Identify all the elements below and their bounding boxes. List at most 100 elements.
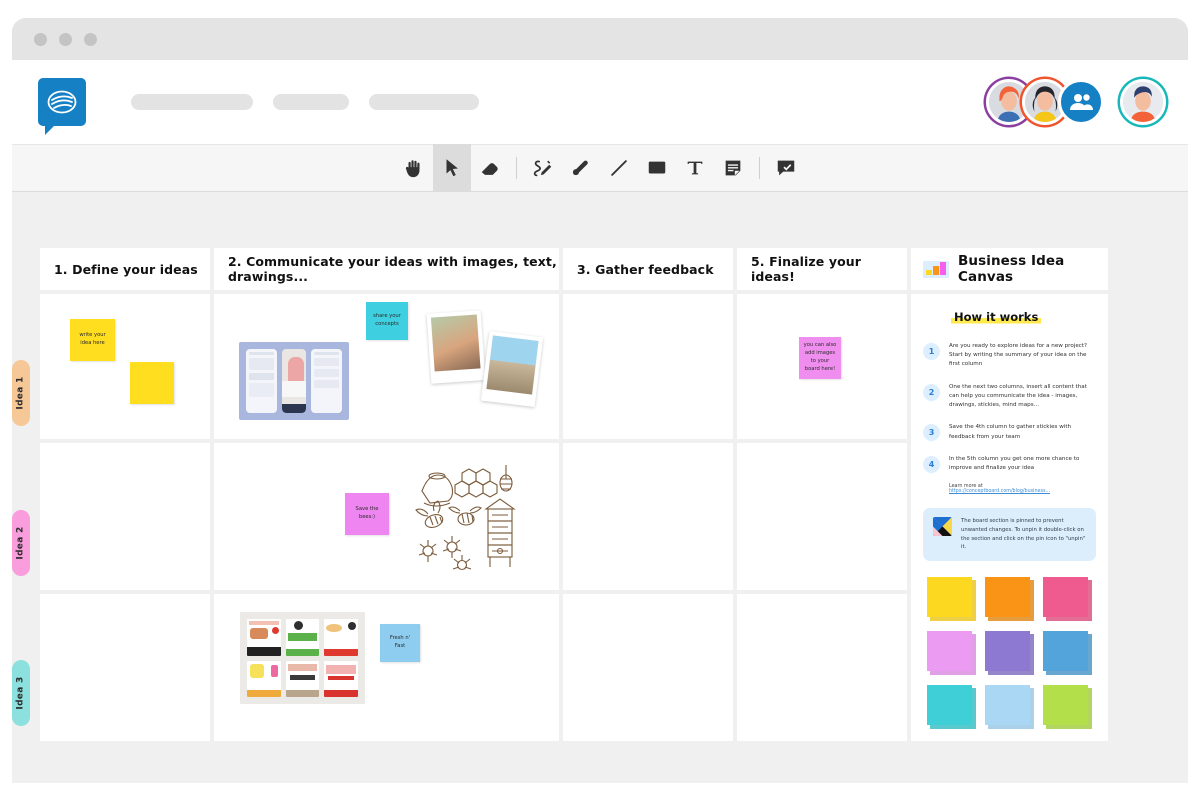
avatar-current-user[interactable] [1120,79,1166,125]
column-header-4-text: 5. Finalize your ideas! [751,254,862,284]
board-row-idea-3: Fresh n' Fast [40,594,907,741]
note-icon [725,160,741,176]
swatch-lightblue[interactable] [985,685,1034,730]
column-header-5-text: Business Idea Canvas [958,253,1065,285]
step-4-number: 4 [923,455,940,473]
column-header-2-text: 2. Communicate your ideas with images, t… [228,254,557,284]
column-header-4[interactable]: 5. Finalize your ideas! [737,248,907,290]
pinned-section-icon [933,517,952,537]
add-people-button[interactable] [1058,79,1104,125]
swatch-yellow[interactable] [927,577,976,622]
pen-tool[interactable] [524,149,562,187]
image-polaroids[interactable] [426,310,559,408]
cell-r2c4[interactable] [737,443,907,590]
select-tool[interactable] [433,144,471,192]
step-1-number: 1 [923,343,940,360]
column-header-1[interactable]: 1. Define your ideas [40,248,210,290]
pinned-section-glyph [933,517,952,537]
cell-r1c1[interactable]: write your idea here [40,294,210,439]
step-2-text: One the next two columns, insert all con… [949,383,1087,409]
cell-r1c4[interactable]: you can also add images to your board he… [737,294,907,439]
row-label-idea-3-text: Idea 3 [16,676,27,710]
panel-step-2: 2 One the next two columns, insert all c… [923,383,1096,411]
board-header-row: 1. Define your ideas 2. Communicate your… [40,248,1160,290]
cell-r1c3[interactable] [563,294,733,439]
canvas-bars-icon [923,260,949,278]
window-dot-close[interactable] [34,32,47,46]
hand-icon [405,160,420,178]
nav-pill-1[interactable] [131,94,253,110]
text-icon [687,161,703,175]
cell-r2c2[interactable]: Save the bees:) [214,443,559,590]
column-header-3[interactable]: 3. Gather feedback [563,248,733,290]
app-header [12,60,1188,144]
cell-r3c3[interactable] [563,594,733,741]
row-label-idea-1[interactable]: Idea 1 [12,360,30,426]
row-label-idea-3[interactable]: Idea 3 [12,660,30,726]
cell-r1c2[interactable]: share your concepts [214,294,559,439]
toolbar-divider-2 [759,157,760,179]
sticky-share-text: share your concepts [373,313,401,327]
image-bees[interactable] [404,459,519,574]
shapes-tool[interactable] [638,149,676,187]
logo-glyph [47,90,77,114]
cell-r2c3[interactable] [563,443,733,590]
panel-step-3: 3 Save the 4th column to gather stickies… [923,423,1096,442]
swatch-violet[interactable] [927,631,976,676]
sticky-note-tool[interactable] [714,149,752,187]
sticky-share[interactable]: share your concepts [366,302,408,340]
sticky-blank-yellow[interactable] [130,362,174,404]
sticky-write-idea[interactable]: write your idea here [70,319,115,361]
image-food-posters[interactable] [240,612,365,704]
swatch-green[interactable] [1043,685,1092,730]
hand-tool[interactable] [395,149,433,187]
highlighter-tool[interactable] [562,149,600,187]
nav-pill-3[interactable] [369,94,479,110]
comment-tool[interactable] [767,149,805,187]
pen-icon [533,160,552,177]
swatch-blue[interactable] [1043,631,1092,676]
column-header-5[interactable]: Business Idea Canvas [911,248,1108,290]
cell-r2c1[interactable] [40,443,210,590]
board-grid: write your idea here share your concepts… [40,294,907,741]
learn-more-link[interactable]: https://conceptboard.com/blog/business..… [949,489,1096,494]
step-4-text: In the 5th column you get one more chanc… [949,455,1080,471]
sticky-bees-text: Save the bees:) [355,506,379,520]
swatch-teal[interactable] [927,685,976,730]
line-tool[interactable] [600,149,638,187]
info-panel-section[interactable]: How it works 1 Are you ready to explore … [911,294,1108,741]
swatch-purple[interactable] [985,631,1034,676]
swatch-pink[interactable] [1043,577,1092,622]
row-label-idea-2[interactable]: Idea 2 [12,510,30,576]
sticky-bees[interactable]: Save the bees:) [345,493,389,535]
column-header-2[interactable]: 2. Communicate your ideas with images, t… [214,248,559,290]
swatch-orange[interactable] [985,577,1034,622]
step-1-text: Are you ready to explore ideas for a new… [949,343,1087,368]
image-app-mockup[interactable] [239,342,349,420]
add-people-icon [1070,94,1093,110]
nav-pill-2[interactable] [273,94,349,110]
image-bees-illustration [415,465,516,571]
board-row-idea-2: Save the bees:) [40,443,907,590]
cell-r3c2[interactable]: Fresh n' Fast [214,594,559,741]
sticky-color-swatches [923,577,1096,730]
text-tool[interactable] [676,149,714,187]
eraser-tool[interactable] [471,149,509,187]
sticky-fresh[interactable]: Fresh n' Fast [380,624,420,662]
learn-more-block: Learn more at https://conceptboard.com/b… [949,484,1096,494]
window-dot-minimize[interactable] [59,32,72,46]
header-nav-placeholders [131,94,479,110]
board-canvas[interactable]: Idea 1 Idea 2 Idea 3 1. Define your idea… [12,192,1188,783]
business-idea-canvas-board: Idea 1 Idea 2 Idea 3 1. Define your idea… [12,248,1160,741]
drawing-toolbar [12,144,1188,192]
cell-r3c1[interactable] [40,594,210,741]
conceptboard-logo-icon[interactable] [38,78,86,135]
window-titlebar [12,18,1188,60]
cell-r3c4[interactable] [737,594,907,741]
window-dot-maximize[interactable] [84,32,97,46]
panel-step-4: 4 In the 5th column you get one more cha… [923,455,1096,473]
sticky-add-images[interactable]: you can also add images to your board he… [799,337,841,379]
column-header-1-text: 1. Define your ideas [54,261,198,277]
avatar-current-user-face [1123,82,1163,122]
panel-title: How it works [951,310,1042,324]
